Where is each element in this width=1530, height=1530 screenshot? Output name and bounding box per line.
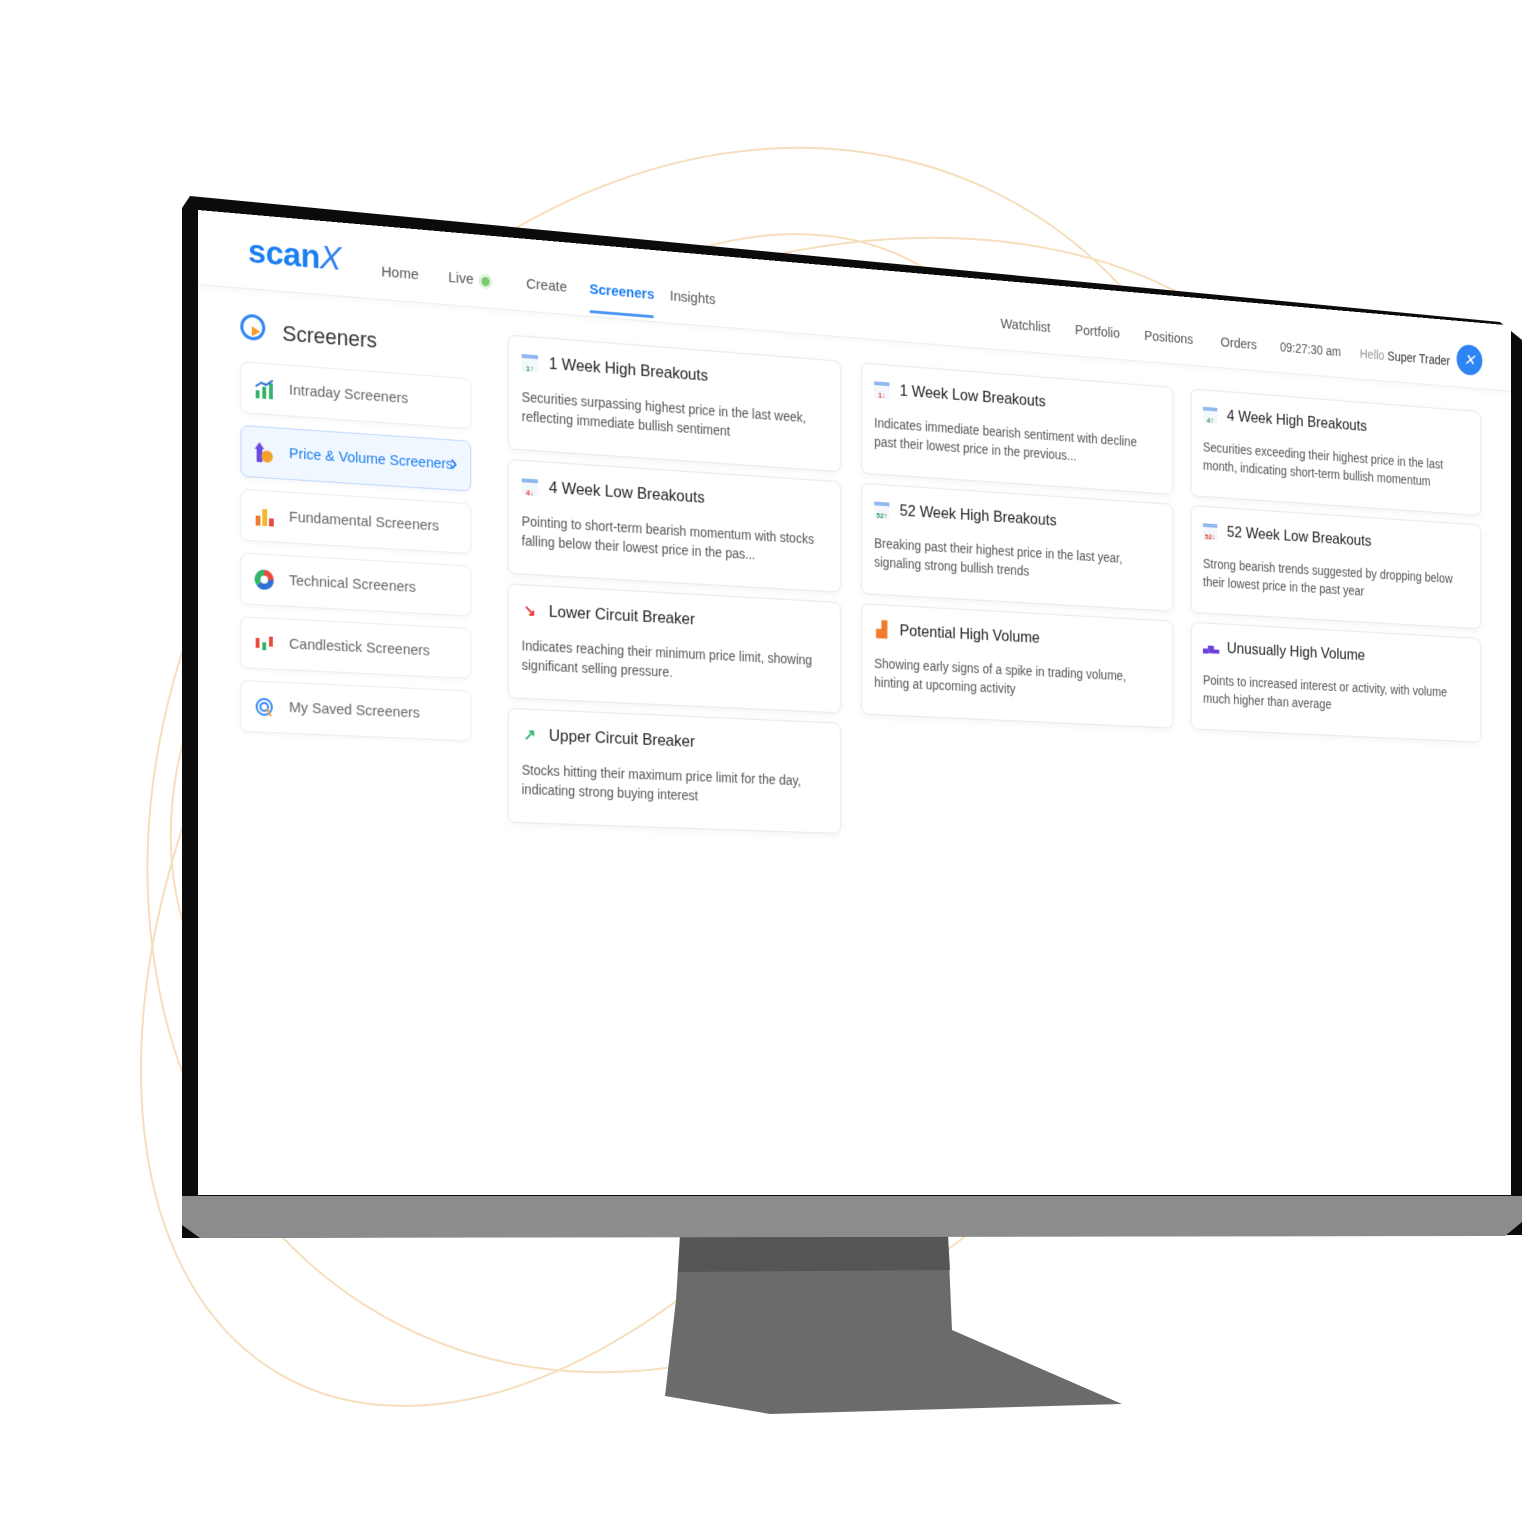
calendar-4-up-icon: 4↑ xyxy=(1203,407,1217,424)
nav-watchlist[interactable]: Watchlist xyxy=(1001,316,1051,336)
avatar[interactable]: ✕ xyxy=(1457,344,1483,376)
monitor-chin xyxy=(182,1196,1522,1238)
screener-card[interactable]: ▟ Potential High Volume Showing early sign… xyxy=(861,603,1173,728)
sidebar-item-label: Technical Screeners xyxy=(289,572,416,596)
sidebar-item-fundamental-screeners[interactable]: Fundamental Screeners xyxy=(240,489,471,554)
sidebar-item-price-volume-screeners[interactable]: Price & Volume Screeners › xyxy=(240,425,471,492)
card-title: 1 Week High Breakouts xyxy=(549,354,708,385)
card-description: Breaking past their highest price in the… xyxy=(874,534,1159,589)
card-description: Indicates reaching their minimum price l… xyxy=(522,636,827,689)
sidebar-item-label: Price & Volume Screeners xyxy=(289,445,453,473)
user-name: Super Trader xyxy=(1387,349,1450,369)
screener-card[interactable]: 1↓ 1 Week Low Breakouts Indicates immediat… xyxy=(861,362,1173,494)
card-description: Pointing to short-term bearish momentum … xyxy=(522,511,827,568)
card-title: 1 Week Low Breakouts xyxy=(900,381,1046,411)
candlestick-icon xyxy=(255,633,274,654)
monitor-stand-neck xyxy=(678,1236,950,1272)
card-title: 4 Week Low Breakouts xyxy=(549,478,705,507)
live-indicator-icon xyxy=(481,276,489,285)
trend-down-icon: ↘ xyxy=(522,603,538,621)
nav-live[interactable]: Live xyxy=(448,269,489,289)
card-title: 52 Week Low Breakouts xyxy=(1227,523,1371,550)
clock: 09:27:30 am xyxy=(1280,340,1341,360)
nav-insights[interactable]: Insights xyxy=(670,288,716,308)
saved-target-icon xyxy=(255,697,274,718)
card-description: Securities exceeding their highest price… xyxy=(1203,438,1468,493)
nav-home[interactable]: Home xyxy=(381,264,418,284)
calendar-1-up-icon: 1↑ xyxy=(522,354,538,373)
target-cursor-icon xyxy=(240,313,265,341)
card-description: Indicates immediate bearish sentiment wi… xyxy=(874,413,1159,471)
sidebar-item-candlestick-screeners[interactable]: Candlestick Screeners xyxy=(240,616,471,679)
trend-up-icon: ↗ xyxy=(522,727,538,745)
screener-card[interactable]: 4↓ 4 Week Low Breakouts Pointing to short-… xyxy=(508,459,841,593)
screener-card[interactable]: 52↓ 52 Week Low Breakouts Strong bearish t… xyxy=(1191,505,1481,629)
card-title: Potential High Volume xyxy=(900,621,1040,647)
card-title: Unusually High Volume xyxy=(1227,639,1365,664)
chevron-right-icon: › xyxy=(450,450,457,478)
sidebar-item-technical-screeners[interactable]: Technical Screeners xyxy=(240,552,471,616)
volume-bars-icon: ▟ xyxy=(874,622,889,640)
scanx-x-icon: ✕ xyxy=(1464,351,1475,370)
sidebar-item-label: My Saved Screeners xyxy=(289,699,420,722)
bars-icon xyxy=(255,506,274,527)
sidebar-item-label: Fundamental Screeners xyxy=(289,509,439,535)
screener-card[interactable]: 4↑ 4 Week High Breakouts Securities exceed… xyxy=(1191,388,1481,515)
card-description: Points to increased interest or activity… xyxy=(1203,671,1468,720)
nav-positions[interactable]: Positions xyxy=(1144,328,1193,348)
nav-portfolio[interactable]: Portfolio xyxy=(1075,322,1120,341)
card-title: 4 Week High Breakouts xyxy=(1227,407,1367,436)
screener-card[interactable]: ↗ Upper Circuit Breaker Stocks hitting the… xyxy=(508,708,841,834)
active-tab-indicator xyxy=(590,310,654,318)
sidebar-item-intraday-screeners[interactable]: Intraday Screeners xyxy=(240,361,471,429)
screener-card[interactable]: 52↑ 52 Week High Breakouts Breaking past t… xyxy=(861,483,1173,612)
nav-live-label: Live xyxy=(448,269,473,288)
screener-card[interactable]: ↘ Lower Circuit Breaker Indicates reaching… xyxy=(508,583,841,713)
calendar-4-down-icon: 4↓ xyxy=(522,478,538,497)
nav-create[interactable]: Create xyxy=(526,276,567,296)
card-description: Stocks hitting their maximum price limit… xyxy=(522,760,827,810)
pie-chart-icon xyxy=(255,569,274,590)
sidebar-item-label: Intraday Screeners xyxy=(289,382,408,407)
card-title: Lower Circuit Breaker xyxy=(549,602,695,629)
sidebar-item-label: Candlestick Screeners xyxy=(289,636,430,660)
scanx-logo[interactable]: scanX xyxy=(248,232,341,279)
card-description: Securities surpassing highest price in t… xyxy=(522,387,827,447)
logo-mark: X xyxy=(320,239,341,278)
screener-card[interactable]: ▄▆▃ Unusually High Volume Points to increa… xyxy=(1191,622,1481,743)
nav-orders[interactable]: Orders xyxy=(1221,334,1257,352)
screener-card[interactable]: 1↑ 1 Week High Breakouts Securities surpas… xyxy=(508,334,841,472)
calendar-52-up-icon: 52↑ xyxy=(874,502,889,520)
greeting-text: Hello xyxy=(1360,346,1385,362)
sidebar-item-my-saved-screeners[interactable]: My Saved Screeners xyxy=(240,680,471,741)
card-description: Strong bearish trends suggested by dropp… xyxy=(1203,554,1468,606)
price-volume-icon xyxy=(255,442,274,463)
bar-chart-up-icon xyxy=(255,378,274,399)
user-greeting: Hello Super Trader xyxy=(1360,346,1450,368)
card-description: Showing early signs of a spike in tradin… xyxy=(874,654,1159,705)
page-title: Screeners xyxy=(282,321,377,354)
nav-screeners[interactable]: Screeners xyxy=(590,281,655,303)
purple-bars-icon: ▄▆▃ xyxy=(1203,640,1217,657)
app-screen: scanX Home Live Create Screeners Insight… xyxy=(198,210,1511,1195)
logo-text: scan xyxy=(248,232,320,276)
card-title: 52 Week High Breakouts xyxy=(900,501,1057,530)
card-title: Upper Circuit Breaker xyxy=(549,726,695,751)
calendar-1-down-icon: 1↓ xyxy=(874,381,889,399)
calendar-52-down-icon: 52↓ xyxy=(1203,523,1217,540)
